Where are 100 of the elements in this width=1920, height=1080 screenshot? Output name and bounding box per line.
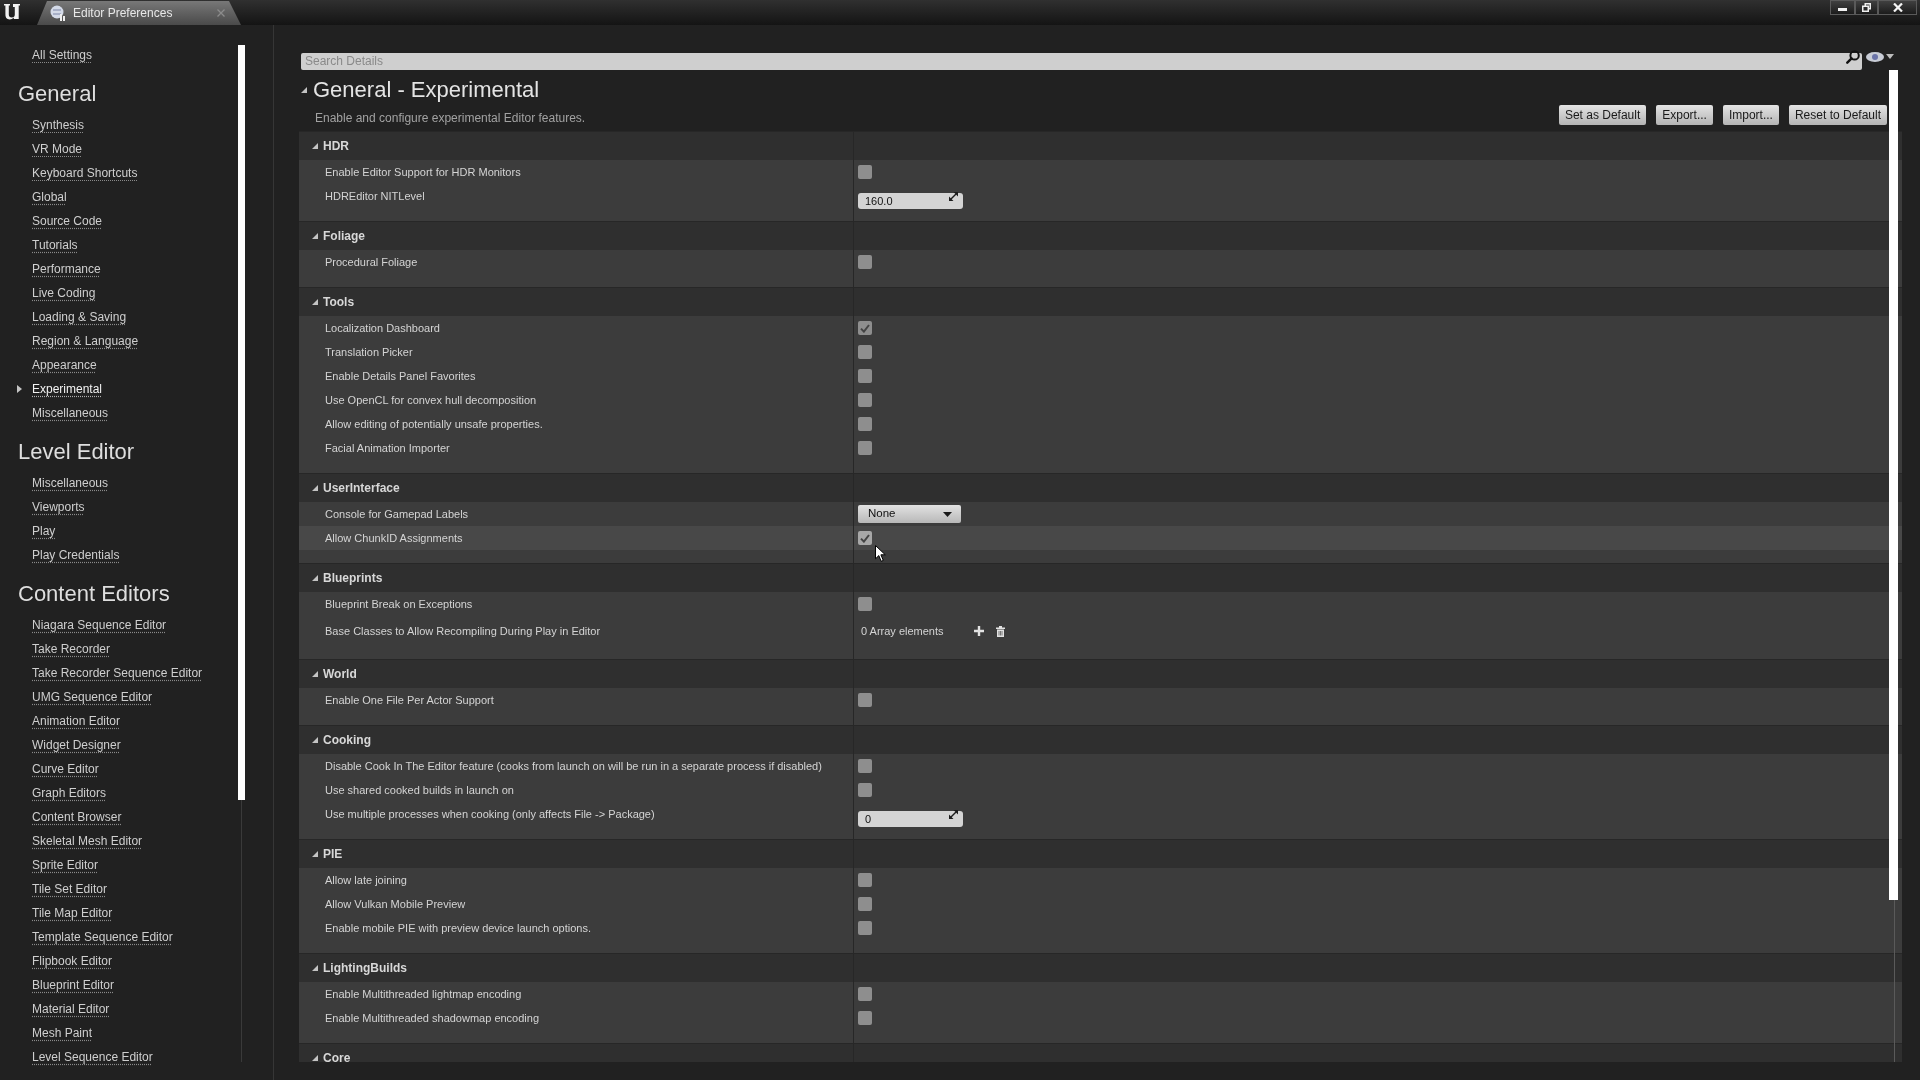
sidebar-link[interactable]: Flipbook Editor (32, 952, 113, 970)
trash-icon[interactable] (996, 625, 1005, 637)
search-field[interactable]: Search Details (301, 52, 1862, 70)
sidebar-link[interactable]: Play Credentials (32, 546, 120, 564)
sidebar-link[interactable]: Source Code (32, 212, 103, 230)
sidebar-link[interactable]: UMG Sequence Editor (32, 688, 153, 706)
dropdown[interactable]: None (858, 505, 961, 523)
sidebar-link[interactable]: Mesh Paint (32, 1024, 93, 1042)
sidebar-link[interactable]: Content Browser (32, 808, 122, 826)
property-label: Enable Multithreaded shadowmap encoding (325, 1010, 540, 1026)
action-button[interactable]: Set as Default (1558, 105, 1647, 125)
category-header[interactable]: PIE (299, 839, 1902, 868)
sidebar-link[interactable]: Performance (32, 260, 101, 278)
eye-icon (1866, 51, 1884, 62)
scrollbar-thumb[interactable] (1889, 70, 1898, 900)
sidebar-link[interactable]: Loading & Saving (32, 308, 127, 326)
category-header[interactable]: World (299, 659, 1902, 688)
checkbox[interactable] (858, 1011, 872, 1025)
sidebar-link[interactable]: Curve Editor (32, 760, 99, 778)
sidebar-link[interactable]: Miscellaneous (32, 474, 109, 492)
search-icon[interactable] (1846, 49, 1860, 64)
category-header[interactable]: UserInterface (299, 473, 1902, 502)
sidebar-heading: General (18, 80, 97, 108)
checkbox[interactable] (858, 369, 872, 383)
checkbox[interactable] (858, 693, 872, 707)
sidebar-link[interactable]: Widget Designer (32, 736, 121, 754)
sidebar-link[interactable]: Tile Map Editor (32, 904, 113, 922)
checkbox[interactable] (858, 783, 872, 797)
sidebar-link[interactable]: Appearance (32, 356, 97, 374)
action-button[interactable]: Export... (1656, 105, 1713, 125)
sidebar-link[interactable]: Template Sequence Editor (32, 928, 173, 946)
minimize-button[interactable] (1830, 0, 1855, 15)
scrollbar-thumb[interactable] (238, 45, 245, 800)
property-label: Allow late joining (325, 872, 407, 888)
diagonal-arrows-icon[interactable] (949, 809, 958, 819)
checkbox[interactable] (858, 531, 872, 545)
category-header[interactable]: Blueprints (299, 563, 1902, 592)
property-label: Facial Animation Importer (325, 440, 450, 456)
sidebar-link[interactable]: Synthesis (32, 116, 85, 134)
sidebar-link[interactable]: Tutorials (32, 236, 78, 254)
sidebar-heading: Content Editors (18, 580, 170, 608)
checkbox[interactable] (858, 321, 872, 335)
checkbox[interactable] (858, 759, 872, 773)
category-header[interactable]: Cooking (299, 725, 1902, 754)
triangle-icon (312, 737, 318, 743)
mouse-pointer-icon (875, 545, 886, 562)
checkbox[interactable] (858, 417, 872, 431)
sidebar-link[interactable]: Skeletal Mesh Editor (32, 832, 143, 850)
restore-icon (1862, 3, 1871, 12)
checkbox[interactable] (858, 987, 872, 1001)
sidebar-link[interactable]: Take Recorder (32, 640, 111, 658)
number-field[interactable]: 160.0 (858, 193, 963, 210)
sidebar-link[interactable]: Material Editor (32, 1000, 110, 1018)
sidebar-link[interactable]: Live Coding (32, 284, 96, 302)
sidebar-link[interactable]: VR Mode (32, 140, 83, 158)
sidebar-link[interactable]: Take Recorder Sequence Editor (32, 664, 203, 682)
sidebar-link[interactable]: Tile Set Editor (32, 880, 107, 898)
property-label: Use shared cooked builds in launch on (325, 782, 514, 798)
sidebar-link[interactable]: Viewports (32, 498, 85, 516)
close-button[interactable] (1878, 0, 1917, 15)
checkbox[interactable] (858, 345, 872, 359)
diagonal-arrows-icon[interactable] (949, 191, 958, 201)
sidebar-link[interactable]: Graph Editors (32, 784, 107, 802)
category-header[interactable]: LightingBuilds (299, 953, 1902, 982)
sidebar-link[interactable]: Region & Language (32, 332, 139, 350)
sidebar-link[interactable]: Miscellaneous (32, 404, 109, 422)
checkbox[interactable] (858, 897, 872, 911)
number-field[interactable]: 0 (858, 811, 963, 828)
category-header[interactable]: Tools (299, 287, 1902, 316)
sidebar-link[interactable]: Keyboard Shortcuts (32, 164, 138, 182)
property-label: Allow editing of potentially unsafe properties. (325, 416, 543, 432)
close-icon[interactable] (217, 9, 225, 17)
category-header[interactable]: Core (299, 1043, 1902, 1062)
property-label: Blueprint Break on Exceptions (325, 596, 473, 612)
restore-button[interactable] (1855, 0, 1878, 15)
section-description: Enable and configure experimental Editor features. (315, 110, 586, 126)
plus-icon[interactable] (974, 626, 984, 636)
tab[interactable]: Editor Preferences (37, 1, 241, 25)
checkbox[interactable] (858, 441, 872, 455)
checkbox[interactable] (858, 597, 872, 611)
sidebar-link[interactable]: Blueprint Editor (32, 976, 115, 994)
category-header[interactable]: Foliage (299, 221, 1902, 250)
action-button[interactable]: Reset to Default (1788, 105, 1887, 125)
visibility-button[interactable] (1866, 50, 1897, 63)
sidebar-link[interactable]: Experimental (32, 380, 103, 398)
sidebar-link[interactable]: Play (32, 522, 56, 540)
checkbox[interactable] (858, 393, 872, 407)
sidebar-link[interactable]: Global (32, 188, 67, 206)
sidebar-link[interactable]: All Settings (32, 46, 93, 64)
check-icon (860, 533, 870, 543)
sidebar-link[interactable]: Level Sequence Editor (32, 1048, 153, 1066)
sidebar-link[interactable]: Niagara Sequence Editor (32, 616, 167, 634)
sidebar-link[interactable]: Sprite Editor (32, 856, 99, 874)
checkbox[interactable] (858, 873, 872, 887)
checkbox[interactable] (858, 255, 872, 269)
checkbox[interactable] (858, 921, 872, 935)
checkbox[interactable] (858, 165, 872, 179)
category-header[interactable]: HDR (299, 131, 1902, 160)
action-button[interactable]: Import... (1722, 105, 1779, 125)
sidebar-link[interactable]: Animation Editor (32, 712, 121, 730)
